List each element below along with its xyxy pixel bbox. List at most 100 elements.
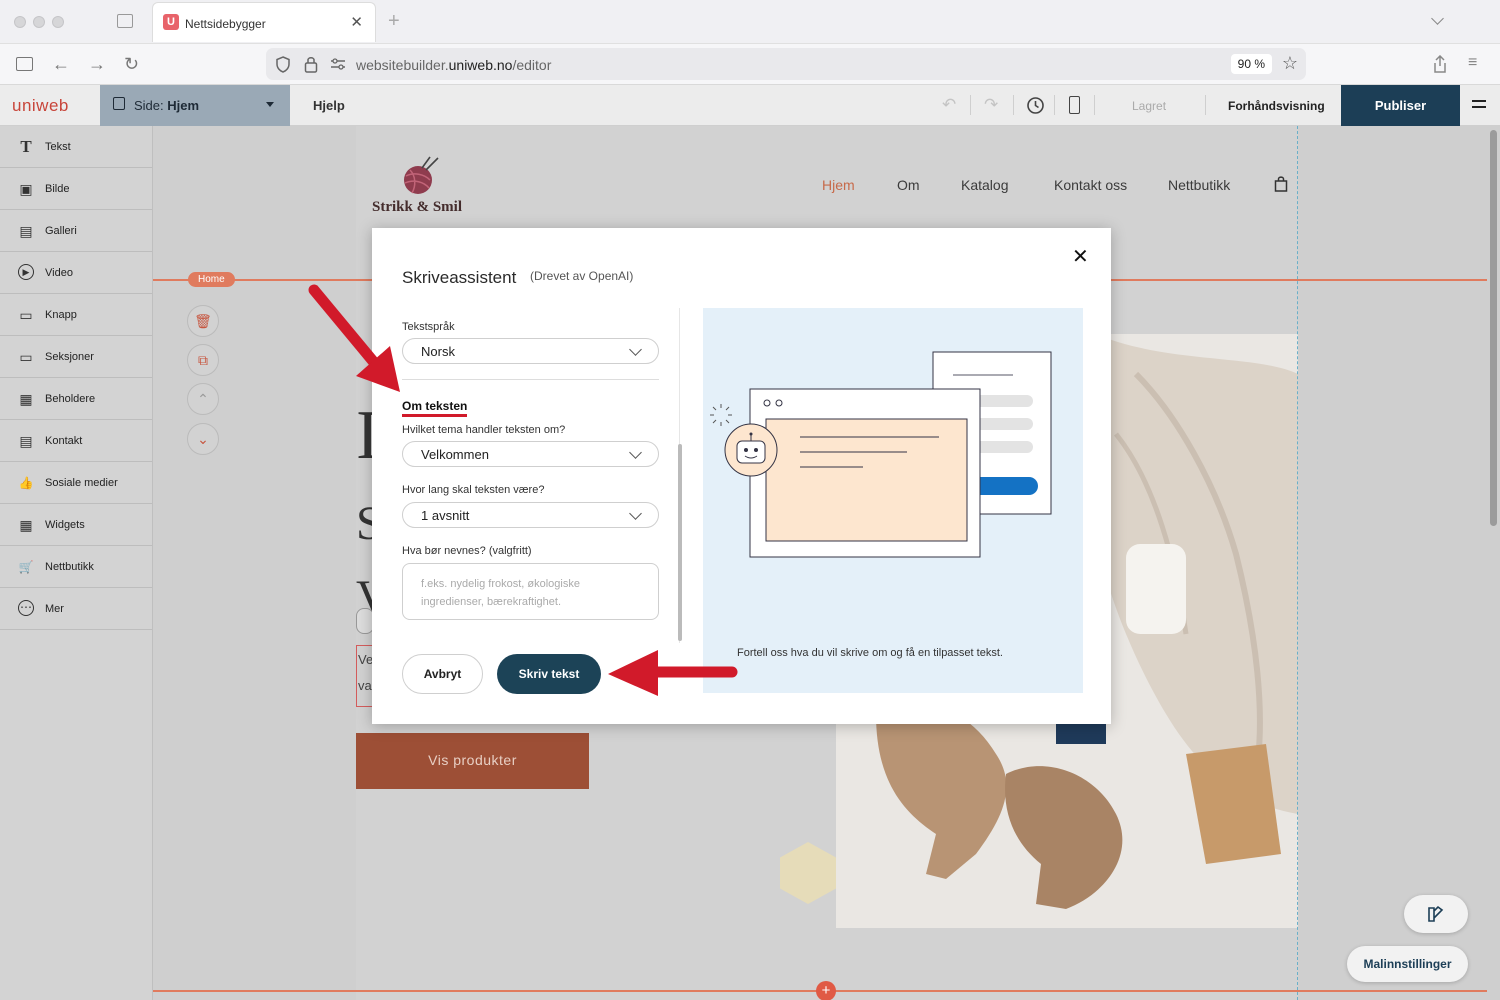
redo-icon[interactable]: ↷: [984, 95, 998, 115]
shield-icon: [276, 56, 290, 73]
dialog-title: Skriveassistent: [402, 268, 517, 287]
sidebar-item-galleri[interactable]: ▤ Galleri: [0, 210, 152, 252]
site-nav-hjem[interactable]: Hjem: [822, 177, 855, 193]
divider: [1205, 95, 1206, 115]
image-icon: ▣: [19, 181, 33, 197]
grid-guide-line: [1297, 126, 1298, 1000]
gallery-icon: ▤: [19, 223, 33, 239]
hero-text-fragment: Ve: [358, 652, 374, 667]
template-settings-button[interactable]: Malinnstillinger: [1347, 946, 1468, 982]
divider: [1094, 95, 1095, 115]
text-icon: T: [20, 137, 32, 156]
url-text: websitebuilder.uniweb.no/editor: [356, 57, 552, 73]
site-nav-om[interactable]: Om: [897, 177, 920, 193]
saved-status: Lagret: [1132, 99, 1167, 113]
widgets-icon: ▦: [19, 517, 33, 533]
share-icon[interactable]: [1432, 55, 1448, 73]
mention-placeholder: f.eks. nydelig frokost, økologiske ingre…: [421, 578, 580, 608]
divider: [402, 379, 659, 380]
length-select[interactable]: 1 avsnitt: [402, 502, 659, 528]
zoom-level[interactable]: 90 %: [1230, 54, 1272, 74]
contact-icon: ▤: [19, 433, 33, 449]
move-up-icon[interactable]: ⌃: [187, 383, 219, 415]
sidebar-item-kontakt[interactable]: ▤ Kontakt: [0, 420, 152, 462]
back-icon[interactable]: ←: [52, 54, 70, 75]
sidebar-item-label: Nettbutikk: [45, 561, 94, 573]
address-bar[interactable]: websitebuilder.uniweb.no/editor 90 % ☆: [266, 48, 1306, 80]
hero-text-fragment: va: [358, 678, 372, 693]
reader-menu-icon[interactable]: ≡: [1468, 54, 1477, 72]
delete-section-icon[interactable]: 🗑: [187, 305, 219, 337]
tab-list-chevron-icon[interactable]: [1431, 12, 1444, 25]
sidebar-item-seksjoner[interactable]: ▭ Seksjoner: [0, 336, 152, 378]
undo-icon[interactable]: ↶: [942, 95, 956, 115]
tab-close-icon[interactable]: ✕: [350, 13, 363, 31]
language-select[interactable]: Norsk: [402, 338, 659, 364]
form-scroll-thumb[interactable]: [678, 444, 682, 641]
cancel-button[interactable]: Avbryt: [402, 654, 483, 694]
sidebar-item-label: Seksjoner: [45, 351, 94, 363]
sidebar-item-mer[interactable]: ⋯ Mer: [0, 588, 152, 630]
forward-icon[interactable]: →: [88, 54, 106, 75]
window-minimize-dot[interactable]: [33, 16, 45, 28]
scrollbar-thumb[interactable]: [1490, 130, 1497, 526]
tab-title: Nettsidebygger: [185, 17, 266, 31]
yarn-ball-logo-icon: [404, 156, 439, 194]
sidebar-toggle-icon[interactable]: [16, 57, 33, 71]
page-icon: [113, 97, 125, 110]
sidebar-item-nettbutikk[interactable]: 🛒 Nettbutikk: [0, 546, 152, 588]
favicon-icon: U: [163, 14, 179, 30]
sidebar-item-beholdere[interactable]: ▦ Beholdere: [0, 378, 152, 420]
sidebar-item-bilde[interactable]: ▣ Bilde: [0, 168, 152, 210]
move-down-icon[interactable]: ⌄: [187, 423, 219, 455]
site-nav-kontakt[interactable]: Kontakt oss: [1054, 177, 1127, 193]
sidebar-item-label: Bilde: [45, 183, 70, 195]
bookmark-star-icon[interactable]: ☆: [1282, 53, 1298, 74]
sidebar-item-label: Kontakt: [45, 435, 83, 447]
help-link[interactable]: Hjelp: [313, 98, 345, 113]
annotation-arrow-icon: [608, 650, 738, 696]
publish-button[interactable]: Publiser: [1341, 85, 1460, 126]
site-settings-icon[interactable]: [330, 57, 346, 71]
video-icon: ▶: [18, 264, 34, 280]
page-selector[interactable]: Side: Hjem: [100, 85, 290, 126]
preview-button[interactable]: Forhåndsvisning: [1228, 99, 1325, 113]
window-zoom-dot[interactable]: [52, 16, 64, 28]
sidebar-item-sosiale-medier[interactable]: 👍 Sosiale medier: [0, 462, 152, 504]
sidebar-item-label: Widgets: [45, 519, 85, 531]
write-text-button[interactable]: Skriv tekst: [497, 654, 601, 694]
sidebar-item-label: Knapp: [45, 309, 77, 321]
hexagon-decoration: [780, 842, 836, 904]
menu-icon[interactable]: [1472, 100, 1486, 102]
mobile-view-icon[interactable]: [1069, 96, 1080, 114]
sidebar-item-label: Beholdere: [45, 393, 96, 405]
section-badge[interactable]: Home: [188, 272, 235, 287]
length-label: Hvor lang skal teksten være?: [402, 484, 545, 496]
canvas-scrollbar[interactable]: [1487, 126, 1500, 1000]
more-icon: ⋯: [18, 600, 34, 616]
reload-icon[interactable]: ↻: [124, 54, 139, 75]
sidebar-item-video[interactable]: ▶ Video: [0, 252, 152, 294]
cta-button[interactable]: Vis produkter: [356, 733, 589, 789]
mention-textarea[interactable]: f.eks. nydelig frokost, økologiske ingre…: [402, 563, 659, 620]
close-icon[interactable]: ✕: [1072, 244, 1089, 269]
browser-toolbar: ← → ↻ websitebuilder.uniweb.no/editor 90…: [0, 44, 1500, 85]
browser-tab[interactable]: U Nettsidebygger ✕: [152, 2, 376, 42]
design-tools-button[interactable]: [1404, 895, 1468, 933]
new-tab-icon[interactable]: +: [388, 10, 400, 33]
sidebar-item-knapp[interactable]: ▭ Knapp: [0, 294, 152, 336]
tab-overview-icon[interactable]: [117, 14, 133, 28]
shopping-bag-icon[interactable]: [1274, 176, 1288, 192]
sidebar-item-tekst[interactable]: T Tekst: [0, 126, 152, 168]
topic-select[interactable]: Velkommen: [402, 441, 659, 467]
sidebar-item-widgets[interactable]: ▦ Widgets: [0, 504, 152, 546]
duplicate-section-icon[interactable]: ⧉: [187, 344, 219, 376]
history-icon[interactable]: [1026, 96, 1045, 115]
add-section-icon[interactable]: +: [816, 981, 836, 1000]
section-icon: ▭: [19, 349, 33, 365]
chevron-down-icon: [629, 343, 642, 356]
caret-down-icon: [266, 102, 274, 107]
site-nav-katalog[interactable]: Katalog: [961, 177, 1008, 193]
window-close-dot[interactable]: [14, 16, 26, 28]
site-nav-nettbutikk[interactable]: Nettbutikk: [1168, 177, 1230, 193]
